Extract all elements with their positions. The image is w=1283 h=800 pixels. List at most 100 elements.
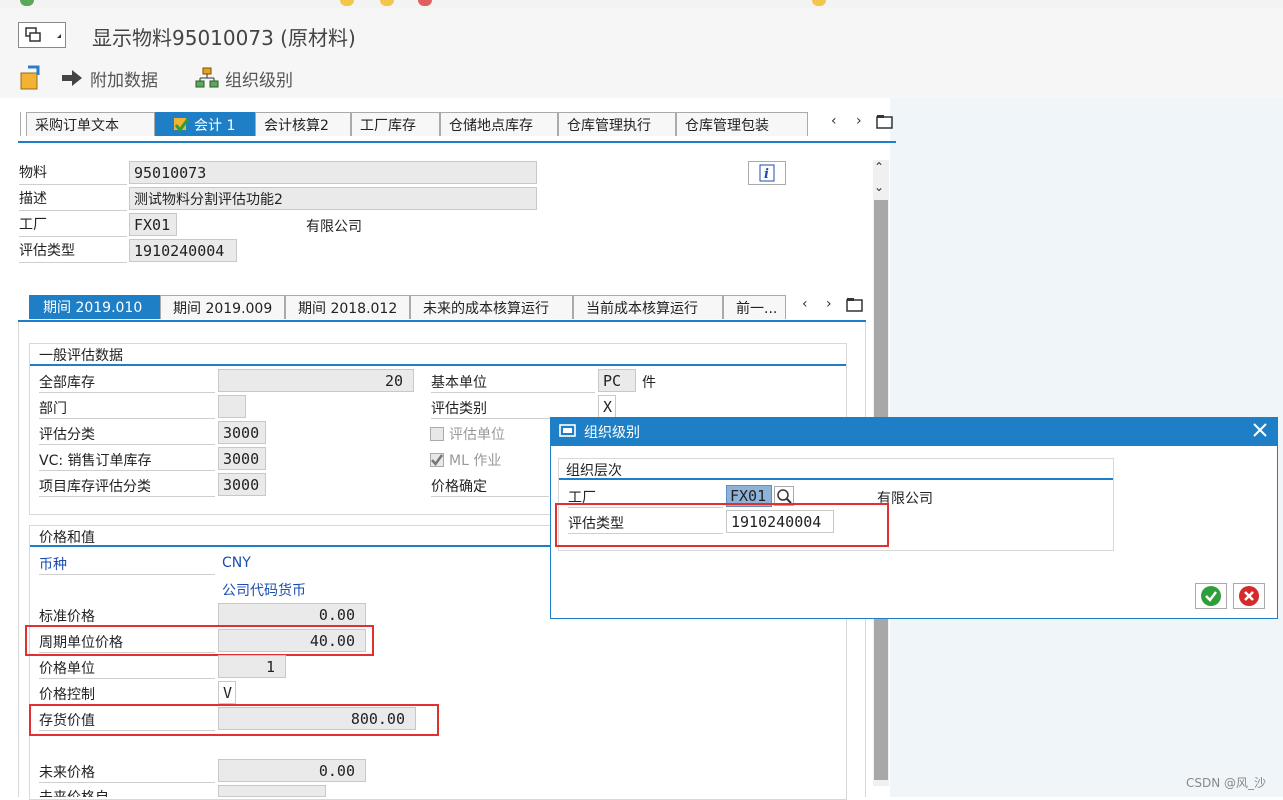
tab-storage-location-stock[interactable]: 仓储地点库存 — [440, 112, 558, 136]
general-group-line — [30, 364, 846, 366]
period-tab-left-icon[interactable]: ‹ — [802, 296, 808, 312]
dialog-cancel-button[interactable] — [1233, 583, 1265, 609]
tab-previous[interactable]: 前一... — [723, 295, 786, 319]
general-valuation-title: 一般评估数据 — [39, 348, 123, 364]
plant-label: 工厂 — [19, 214, 127, 237]
plant-name-text: 有限公司 — [306, 219, 362, 235]
valuation-type-field: 1910240004 — [129, 239, 237, 262]
base-unit-field: PC — [598, 369, 636, 392]
base-unit-label: 基本单位 — [431, 372, 595, 393]
tab-accounting-1[interactable]: 会计 1 — [155, 112, 255, 136]
standard-price-field: 0.00 — [218, 603, 366, 626]
valuation-class-label: 评估分类 — [39, 424, 215, 445]
cancel-icon[interactable] — [418, 0, 432, 6]
period-tab-list-icon[interactable] — [846, 297, 864, 317]
price-control-label: 价格控制 — [39, 684, 215, 705]
vc-sales-order-stock-label: VC: 销售订单库存 — [39, 450, 215, 471]
valuation-category-field: X — [598, 395, 616, 418]
company-code-currency: 公司代码货币 — [222, 583, 306, 599]
additional-data-button[interactable]: 附加数据 — [60, 66, 158, 91]
material-field: 95010073 — [129, 161, 537, 184]
menu-button[interactable] — [18, 22, 66, 48]
tab-period-2018-012[interactable]: 期间 2018.012 — [285, 295, 410, 319]
price-determination-label: 价格确定 — [431, 476, 549, 497]
checkmark-icon — [431, 454, 444, 467]
base-unit-text: 件 — [642, 375, 656, 391]
dialog-title-bar — [551, 418, 1277, 446]
period-tab-right-icon[interactable]: › — [826, 296, 832, 312]
future-price-label: 未来价格 — [39, 762, 215, 783]
confirm-check-icon — [1201, 586, 1221, 606]
total-stock-label: 全部库存 — [39, 372, 215, 393]
svg-text:i: i — [764, 167, 769, 182]
scroll-up-icon[interactable]: ⌃ — [874, 160, 884, 174]
status-icon[interactable] — [340, 0, 354, 6]
plant-field: FX01 — [129, 213, 177, 236]
price-unit-label: 价格单位 — [39, 658, 215, 679]
tab-scroll-right-icon[interactable]: › — [856, 113, 862, 129]
future-price-from-label: 未来价格自 — [39, 787, 109, 797]
tab-plant-stock[interactable]: 工厂库存 — [351, 112, 440, 136]
currency-label: 币种 — [39, 554, 215, 575]
tab-purchase-order-text[interactable]: 采购订单文本 — [26, 112, 155, 136]
price-unit-field: 1 — [218, 655, 286, 678]
tab-future-costing-run[interactable]: 未来的成本核算运行 — [410, 295, 573, 319]
project-stock-valuation-label: 项目库存评估分类 — [39, 476, 215, 497]
future-price-from-field — [218, 785, 326, 797]
period-panel-left-border — [18, 322, 19, 797]
future-price-field: 0.00 — [218, 759, 366, 782]
dialog-title: 组织级别 — [584, 425, 640, 441]
tab-scroll-left-icon[interactable]: ‹ — [831, 113, 837, 129]
tab-warehouse-packaging[interactable]: 仓库管理包装 — [676, 112, 808, 136]
arrow-right-icon — [62, 70, 82, 86]
valuation-category-label: 评估类别 — [431, 398, 595, 419]
system-toolbar-strip — [0, 0, 1283, 8]
info-icon: i — [759, 164, 775, 182]
info-button[interactable]: i — [748, 161, 786, 185]
valuation-unit-label: 评估单位 — [449, 427, 505, 443]
material-label: 物料 — [19, 162, 127, 185]
tab-costing-2[interactable]: 会计核算2 — [255, 112, 351, 136]
additional-data-label: 附加数据 — [90, 70, 158, 91]
description-field: 测试物料分割评估功能2 — [129, 187, 537, 210]
standard-price-label: 标准价格 — [39, 606, 215, 627]
dialog-confirm-button[interactable] — [1195, 583, 1227, 609]
enter-icon[interactable] — [20, 0, 34, 6]
price-control-field: V — [218, 681, 236, 704]
prices-values-title: 价格和值 — [39, 530, 95, 546]
ml-active-checkbox — [430, 453, 444, 467]
valuation-unit-checkbox — [430, 427, 444, 441]
tab-checkmark-icon — [174, 117, 190, 132]
dialog-close-icon[interactable] — [1250, 419, 1270, 445]
csdn-watermark: CSDN @风_沙 — [1186, 776, 1267, 790]
scroll-down-icon[interactable]: ⌄ — [874, 180, 884, 194]
change-display-button[interactable] — [18, 65, 44, 90]
highlight-periodic-price — [25, 625, 374, 656]
highlight-stock-value — [29, 704, 439, 736]
tab-period-2019-010[interactable]: 期间 2019.010 — [29, 295, 160, 319]
help-icon[interactable] — [812, 0, 826, 6]
org-hierarchy-icon — [195, 67, 219, 88]
change-display-icon — [20, 65, 40, 90]
vc-sales-order-stock-field: 3000 — [218, 447, 266, 470]
dialog-window-icon — [559, 423, 577, 443]
menu-icon — [25, 27, 61, 42]
division-label: 部门 — [39, 398, 215, 419]
project-stock-valuation-field: 3000 — [218, 473, 266, 496]
valuation-class-field: 3000 — [218, 421, 266, 444]
tab-list-icon[interactable] — [876, 114, 894, 134]
tab-current-costing-run[interactable]: 当前成本核算运行 — [573, 295, 723, 319]
highlight-dialog-valuation-type — [555, 503, 889, 547]
total-stock-field: 20 — [218, 369, 414, 392]
org-hierarchy-title: 组织层次 — [566, 463, 622, 479]
tab-period-2019-009[interactable]: 期间 2019.009 — [160, 295, 285, 319]
cancel-x-icon — [1239, 586, 1259, 606]
status-icon[interactable] — [380, 0, 394, 6]
org-levels-label: 组织级别 — [225, 70, 293, 91]
org-levels-button[interactable]: 组织级别 — [195, 66, 293, 91]
valuation-type-label: 评估类型 — [19, 240, 127, 263]
currency-value: CNY — [222, 555, 251, 571]
application-toolbar — [0, 58, 1283, 98]
description-label: 描述 — [19, 188, 127, 211]
tab-warehouse-execution[interactable]: 仓库管理执行 — [558, 112, 676, 136]
